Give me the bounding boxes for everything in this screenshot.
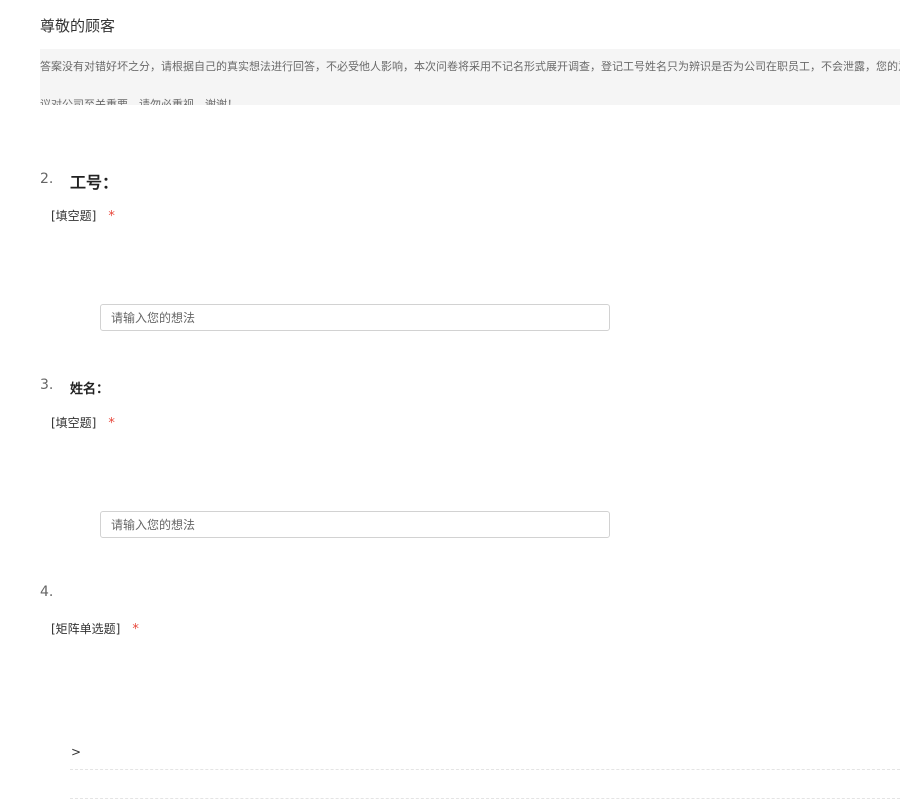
question-type: [填空题] [51, 416, 97, 430]
survey-intro-box: 答案没有对错好坏之分，请根据自己的真实想法进行回答，不必受他人影响，本次问卷将采… [40, 49, 900, 105]
question-number: 2. [40, 171, 54, 187]
question-number: 3. [40, 377, 54, 393]
question-type: [矩阵单选题] [51, 622, 121, 636]
question-title: 姓名： [70, 382, 110, 397]
matrix-row-divider [70, 798, 900, 799]
question-title: 工号： [70, 173, 119, 192]
required-asterisk: * [108, 209, 115, 224]
matrix-row-divider [70, 769, 900, 770]
required-asterisk: * [132, 622, 139, 637]
question-type: [填空题] [51, 209, 97, 223]
question-type-label: [填空题] * [51, 414, 115, 431]
survey-intro-text: 答案没有对错好坏之分，请根据自己的真实想法进行回答，不必受他人影响，本次问卷将采… [40, 60, 900, 105]
employee-id-input[interactable] [100, 304, 610, 331]
survey-greeting: 尊敬的顾客 [40, 17, 116, 35]
question-type-label: [填空题] * [51, 207, 115, 224]
matrix-row-label: > [71, 745, 82, 759]
name-input[interactable] [100, 511, 610, 538]
question-type-label: [矩阵单选题] * [51, 620, 139, 637]
required-asterisk: * [108, 416, 115, 431]
question-number: 4. [40, 584, 54, 600]
